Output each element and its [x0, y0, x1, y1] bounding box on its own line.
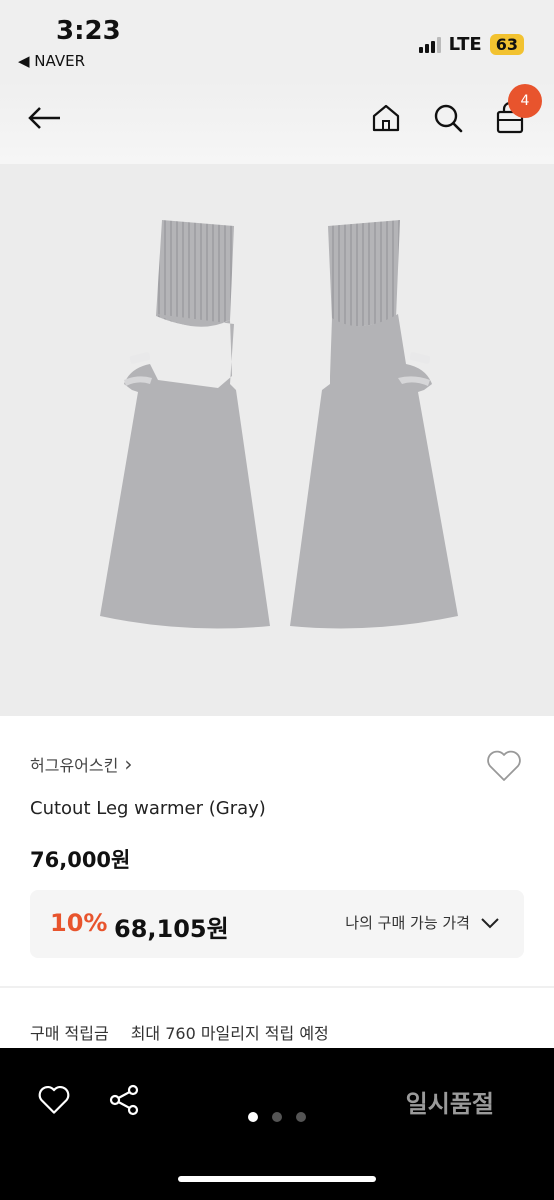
home-indicator [178, 1176, 376, 1182]
home-button[interactable] [366, 98, 406, 138]
search-button[interactable] [428, 98, 468, 138]
back-to-app-link[interactable]: ◀ NAVER [18, 52, 85, 70]
status-time: 3:23 [56, 16, 121, 46]
heart-outline-icon [487, 750, 521, 781]
brand-link[interactable]: 허그유어스킨 › [30, 752, 132, 776]
brand-name: 허그유어스킨 [30, 756, 119, 775]
soldout-button[interactable]: 일시품절 [406, 1084, 494, 1119]
my-price-toggle[interactable]: 나의 구매 가능 가격 [345, 912, 500, 933]
top-navigation: 4 [0, 80, 554, 164]
product-title: Cutout Leg warmer (Gray) [30, 798, 266, 819]
back-arrow-icon [28, 107, 60, 129]
search-icon [434, 104, 463, 133]
cart-count-badge: 4 [508, 84, 542, 118]
product-image[interactable] [0, 164, 554, 716]
points-text: 최대 760 마일리지 적립 예정 [130, 1024, 329, 1043]
discount-rate: 10% [50, 909, 108, 937]
chevron-right-icon: › [124, 752, 133, 776]
page-dot[interactable] [296, 1112, 306, 1122]
network-label: LTE [448, 34, 482, 55]
discount-price: 68,105원 [114, 915, 229, 943]
back-button[interactable] [24, 98, 64, 138]
page-dot[interactable] [272, 1112, 282, 1122]
signal-icon [418, 36, 441, 53]
wishlist-button[interactable] [484, 746, 524, 786]
original-price: 76,000원 [30, 848, 131, 872]
points-row: 구매 적립금 최대 760 마일리지 적립 예정 [30, 1020, 329, 1044]
product-info: 허그유어스킨 › Cutout Leg warmer (Gray) 76,000… [0, 716, 554, 1048]
cart-button[interactable]: 4 [490, 84, 542, 138]
discount-panel[interactable]: 10% 68,105원 나의 구매 가능 가격 [30, 890, 524, 958]
my-price-label: 나의 구매 가능 가격 [345, 914, 470, 932]
section-divider [0, 986, 554, 988]
points-label: 구매 적립금 [30, 1024, 109, 1043]
battery-level: 63 [489, 34, 524, 55]
page-dot[interactable] [248, 1112, 258, 1122]
chevron-down-icon [481, 917, 499, 928]
status-indicators: LTE 63 [418, 34, 524, 55]
leg-warmer-image [100, 220, 458, 629]
home-icon [372, 104, 400, 132]
status-bar: 3:23 ◀ NAVER LTE 63 [0, 0, 554, 80]
bottom-action-bar: 일시품절 [0, 1048, 554, 1200]
